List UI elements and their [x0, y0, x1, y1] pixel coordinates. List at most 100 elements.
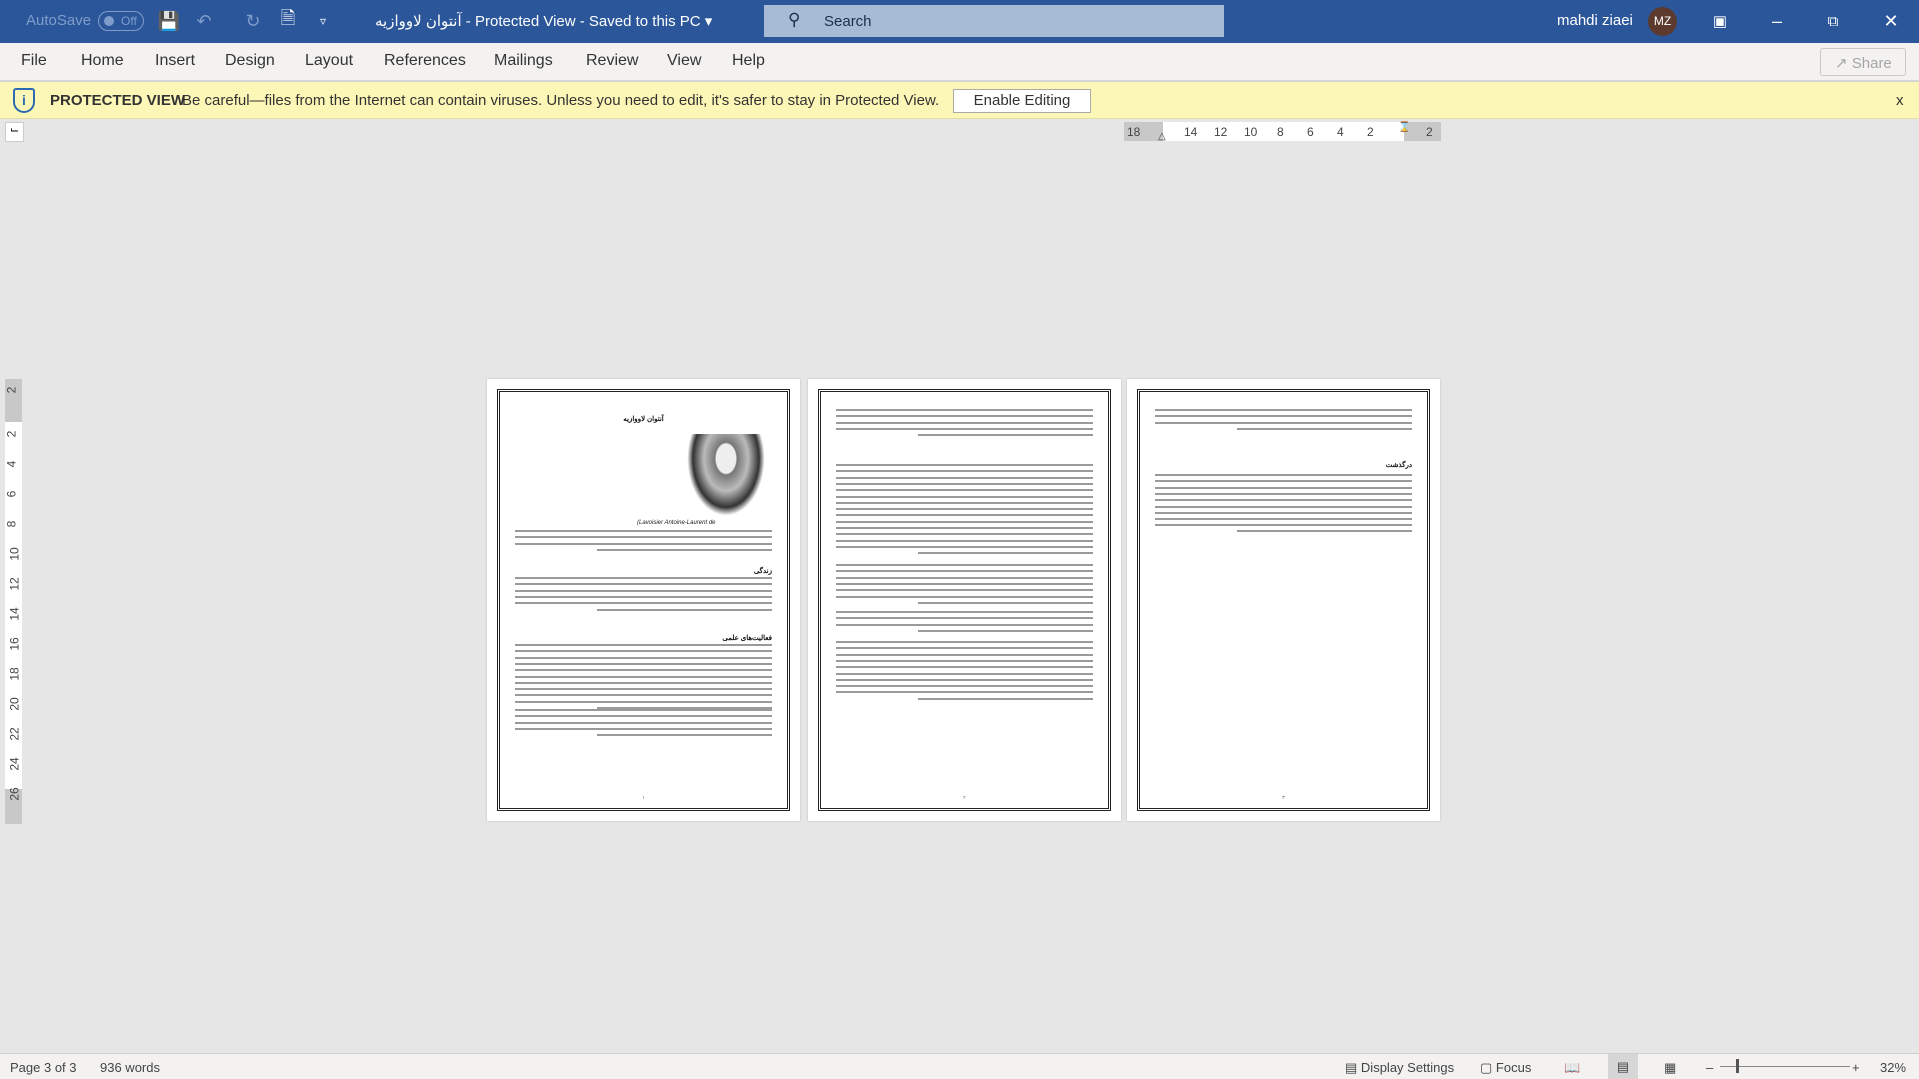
text-line: [597, 734, 772, 737]
text-line: [836, 617, 1093, 620]
save-icon[interactable]: 💾: [158, 10, 180, 32]
display-settings-button[interactable]: ▤ Display Settings: [1345, 1060, 1454, 1076]
tab-selector[interactable]: ⌙: [5, 122, 24, 142]
page-3[interactable]: درگذشت ۳: [1127, 379, 1440, 821]
text-line: [1155, 505, 1412, 508]
web-layout-icon[interactable]: ▦: [1664, 1060, 1676, 1076]
page-2[interactable]: ۲: [808, 379, 1121, 821]
document-title[interactable]: آنتوان لاووازیه - Protected View - Saved…: [375, 12, 712, 30]
enable-editing-button[interactable]: Enable Editing: [953, 89, 1091, 113]
ribbon-tabs: File Home Insert Design Layout Reference…: [0, 43, 1919, 82]
text-line: [918, 601, 1093, 604]
latin-name: (Lavoisier Antoine-Laurent de: [637, 520, 716, 526]
tab-home[interactable]: Home: [81, 52, 124, 70]
ruler-tick: 20: [7, 697, 22, 711]
ruler-tick: 6: [1307, 125, 1314, 139]
tab-mailings[interactable]: Mailings: [494, 52, 553, 70]
vertical-ruler[interactable]: 2 2 4 6 8 10 12 14 16 18 20 22 24 26: [4, 379, 22, 824]
avatar[interactable]: MZ: [1648, 7, 1677, 36]
tab-layout[interactable]: Layout: [305, 52, 353, 70]
zoom-in-button[interactable]: +: [1852, 1060, 1860, 1075]
minimize-icon[interactable]: –: [1766, 10, 1788, 32]
text-line: [515, 688, 772, 691]
restore-icon[interactable]: ⧉: [1822, 10, 1844, 32]
portrait-image: [687, 434, 765, 516]
text-line: [515, 536, 772, 539]
text-line: [1155, 421, 1412, 424]
text-line: [515, 583, 772, 586]
share-label: Share: [1851, 55, 1892, 72]
close-icon[interactable]: ✕: [1880, 10, 1902, 32]
horizontal-ruler[interactable]: 18 14 12 10 8 6 4 2 2 △ ⌛: [1124, 122, 1441, 142]
text-line: [836, 653, 1093, 656]
search-icon: ⚲: [788, 10, 801, 29]
tab-references[interactable]: References: [384, 52, 466, 70]
text-line: [836, 489, 1093, 492]
text-line: [918, 629, 1093, 632]
print-layout-icon[interactable]: ▤: [1608, 1054, 1638, 1079]
page-count[interactable]: Page 3 of 3: [10, 1060, 77, 1075]
ruler-tick: 26: [7, 787, 22, 801]
text-line: [836, 415, 1093, 418]
text-line: [836, 570, 1093, 573]
read-mode-icon[interactable]: 📖: [1564, 1060, 1580, 1076]
text-line: [515, 595, 772, 598]
share-button[interactable]: ↗ Share: [1820, 48, 1906, 76]
text-line: [515, 589, 772, 592]
tab-view[interactable]: View: [667, 52, 701, 70]
text-line: [836, 501, 1093, 504]
text-line: [836, 641, 1093, 643]
redo-icon[interactable]: ↻: [242, 10, 264, 32]
close-bar-icon[interactable]: x: [1896, 92, 1904, 109]
ruler-tick: 16: [7, 637, 22, 651]
page-border: [1137, 389, 1430, 811]
ruler-tick: 2: [4, 430, 19, 438]
page-1[interactable]: آنتوان لاووازیه (Lavoisier Antoine-Laure…: [487, 379, 800, 821]
zoom-level[interactable]: 32%: [1880, 1060, 1906, 1075]
new-document-icon[interactable]: 🗎: [277, 8, 299, 32]
tab-design[interactable]: Design: [225, 52, 275, 70]
zoom-slider[interactable]: [1720, 1066, 1850, 1067]
tab-review[interactable]: Review: [586, 52, 638, 70]
word-count[interactable]: 936 words: [100, 1060, 160, 1075]
shield-info-icon: i: [13, 88, 35, 113]
undo-icon[interactable]: ↶: [193, 10, 215, 32]
page-title: آنتوان لاووازیه: [623, 416, 664, 423]
indent-hourglass-icon[interactable]: ⌛: [1398, 122, 1410, 133]
ruler-tick: 4: [4, 460, 19, 468]
focus-button[interactable]: ▢ Focus: [1480, 1060, 1531, 1076]
ruler-tick: 18: [1127, 125, 1141, 139]
text-line: [836, 685, 1093, 688]
text-line: [836, 482, 1093, 485]
search-box[interactable]: ⚲ Search: [764, 5, 1224, 37]
customize-toolbar-icon[interactable]: ▿: [312, 10, 334, 32]
text-line: [836, 582, 1093, 585]
text-line: [836, 659, 1093, 662]
ribbon-display-options-icon[interactable]: ▣: [1709, 10, 1731, 32]
text-line: [515, 644, 772, 646]
tab-insert[interactable]: Insert: [155, 52, 195, 70]
ruler-tick: 2: [4, 386, 19, 394]
text-line: [836, 595, 1093, 598]
autosave-toggle[interactable]: Off: [98, 11, 144, 31]
zoom-out-button[interactable]: –: [1706, 1060, 1713, 1075]
user-name[interactable]: mahdi ziaei: [1557, 12, 1633, 29]
section-heading: فعالیت‌های علمی: [722, 635, 772, 642]
zoom-slider-thumb[interactable]: [1736, 1059, 1739, 1073]
ruler-tick: 12: [1214, 125, 1228, 139]
text-line: [515, 694, 772, 697]
autosave-label: AutoSave: [26, 12, 92, 29]
text-line: [597, 608, 772, 611]
page-number: ۲: [963, 795, 966, 801]
text-line: [515, 662, 772, 665]
text-line: [836, 421, 1093, 424]
text-line: [1155, 511, 1412, 514]
protected-view-message: Be careful—files from the Internet can c…: [182, 92, 940, 109]
section-heading: زندگی: [753, 568, 772, 575]
tab-help[interactable]: Help: [732, 52, 765, 70]
focus-icon: ▢: [1480, 1060, 1493, 1075]
ruler-tick: 2: [1426, 125, 1433, 139]
text-line: [515, 715, 772, 718]
indent-marker-icon[interactable]: △: [1158, 131, 1166, 142]
tab-file[interactable]: File: [21, 52, 47, 70]
